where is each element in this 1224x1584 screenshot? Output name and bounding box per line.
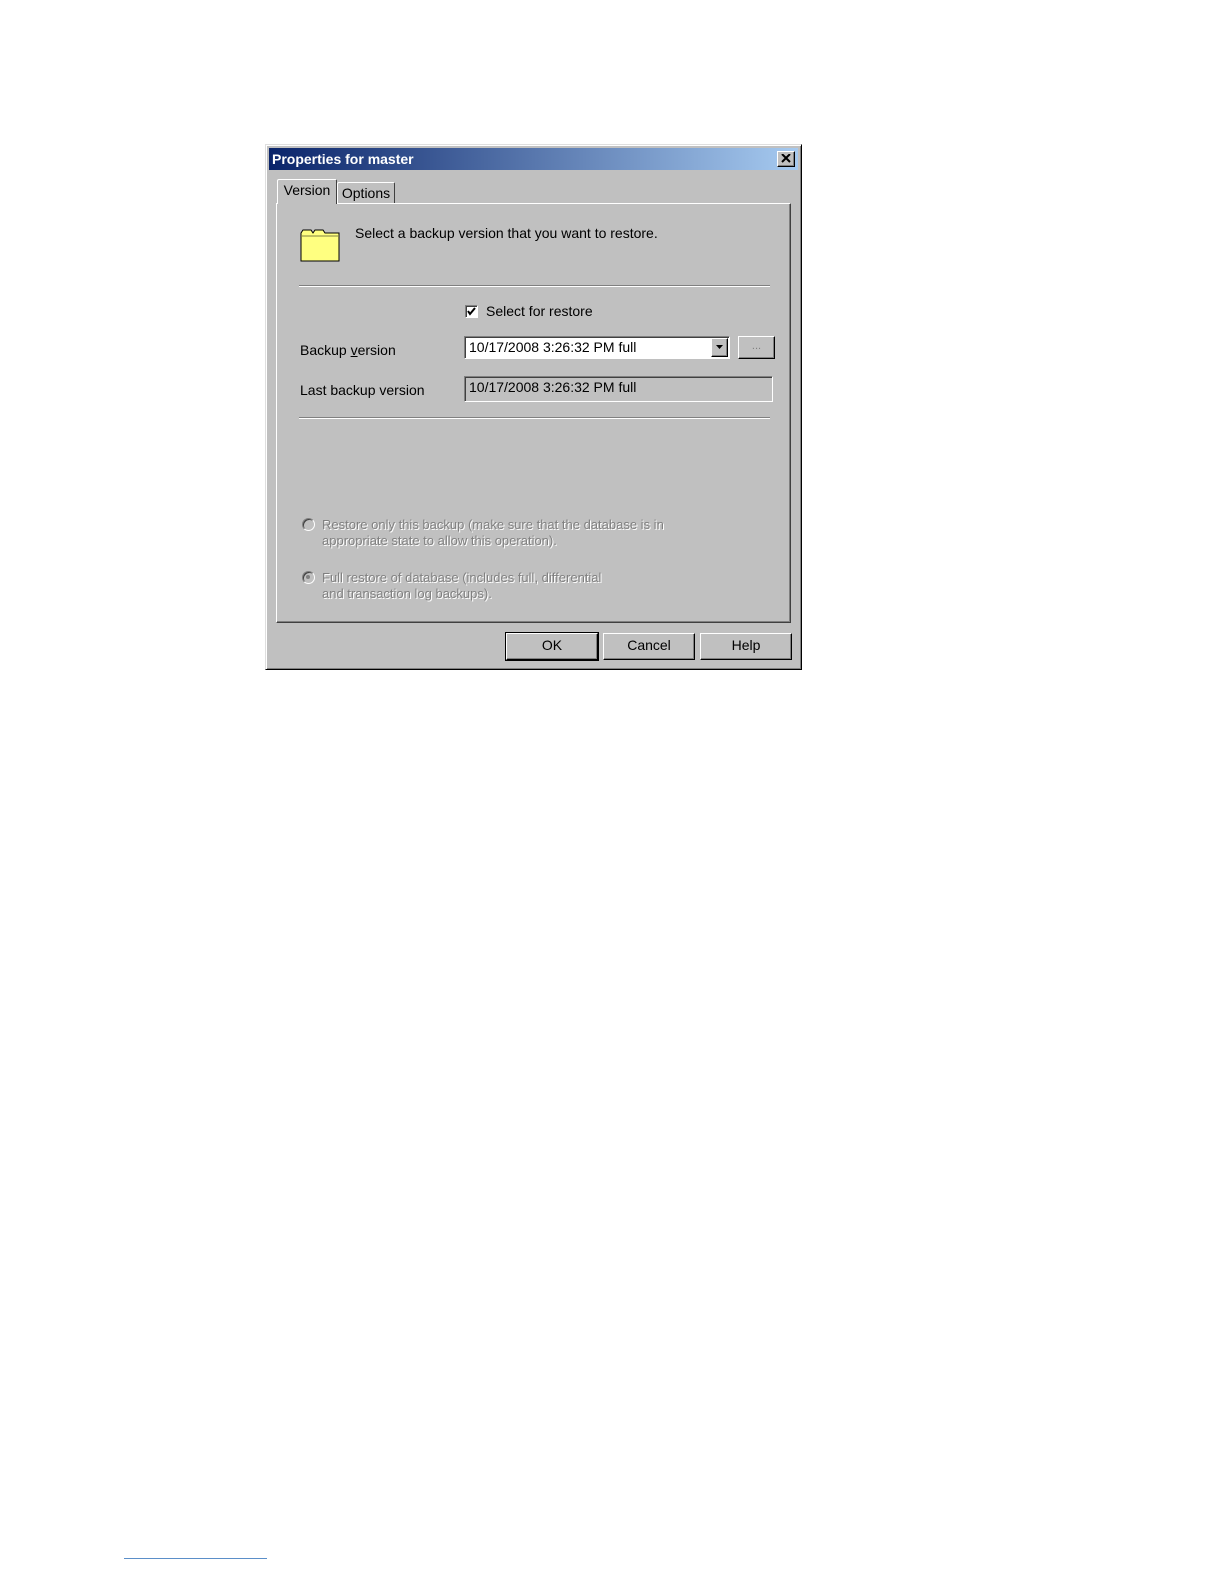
restore-only-line2: appropriate state to allow this operatio… <box>322 533 557 548</box>
select-for-restore-checkbox[interactable] <box>465 305 478 318</box>
backup-version-label: Backup version <box>300 342 396 358</box>
backup-version-label-suffix: ersion <box>357 342 396 358</box>
backup-version-value: 10/17/2008 3:26:32 PM full <box>469 339 637 355</box>
full-restore-radio[interactable] <box>302 571 315 584</box>
close-icon <box>781 154 791 163</box>
dialog-title: Properties for master <box>272 151 414 167</box>
chevron-down-icon <box>716 345 723 349</box>
separator <box>299 285 770 287</box>
separator <box>299 417 770 419</box>
restore-only-line1: Restore only this backup (make sure that… <box>322 517 664 532</box>
version-tab-panel: Select a backup version that you want to… <box>276 203 791 623</box>
footnote-rule <box>124 1558 267 1559</box>
full-restore-line2: and transaction log backups). <box>322 586 492 601</box>
last-backup-version-label: Last backup version <box>300 382 425 398</box>
browse-button[interactable]: ... <box>738 336 775 359</box>
select-for-restore-label[interactable]: Select for restore <box>486 303 593 319</box>
ok-button[interactable]: OK <box>505 632 599 661</box>
tab-version[interactable]: Version <box>277 179 337 204</box>
properties-dialog: Properties for master Version Options Se… <box>265 144 802 670</box>
cancel-button[interactable]: Cancel <box>603 633 695 660</box>
last-backup-version-field: 10/17/2008 3:26:32 PM full <box>464 376 773 402</box>
backup-version-label-prefix: Backup <box>300 342 351 358</box>
folder-icon <box>300 229 340 262</box>
restore-only-this-backup-radio[interactable] <box>302 518 315 531</box>
checkmark-icon <box>467 307 476 316</box>
backup-version-dropdown[interactable]: 10/17/2008 3:26:32 PM full <box>464 336 730 359</box>
help-button[interactable]: Help <box>700 633 792 660</box>
tab-options-label: Options <box>341 185 391 201</box>
close-button[interactable] <box>777 151 795 167</box>
instruction-text: Select a backup version that you want to… <box>355 225 658 241</box>
tab-version-label: Version <box>283 182 331 198</box>
full-restore-label: Full restore of database (includes full,… <box>322 570 702 602</box>
dropdown-button[interactable] <box>711 338 728 357</box>
full-restore-line1: Full restore of database (includes full,… <box>322 570 602 585</box>
last-backup-version-value: 10/17/2008 3:26:32 PM full <box>469 379 637 395</box>
backup-version-mnemonic: v <box>350 342 358 358</box>
restore-only-this-backup-label: Restore only this backup (make sure that… <box>322 517 702 549</box>
tab-options[interactable]: Options <box>337 182 395 204</box>
title-bar[interactable]: Properties for master <box>269 148 798 170</box>
